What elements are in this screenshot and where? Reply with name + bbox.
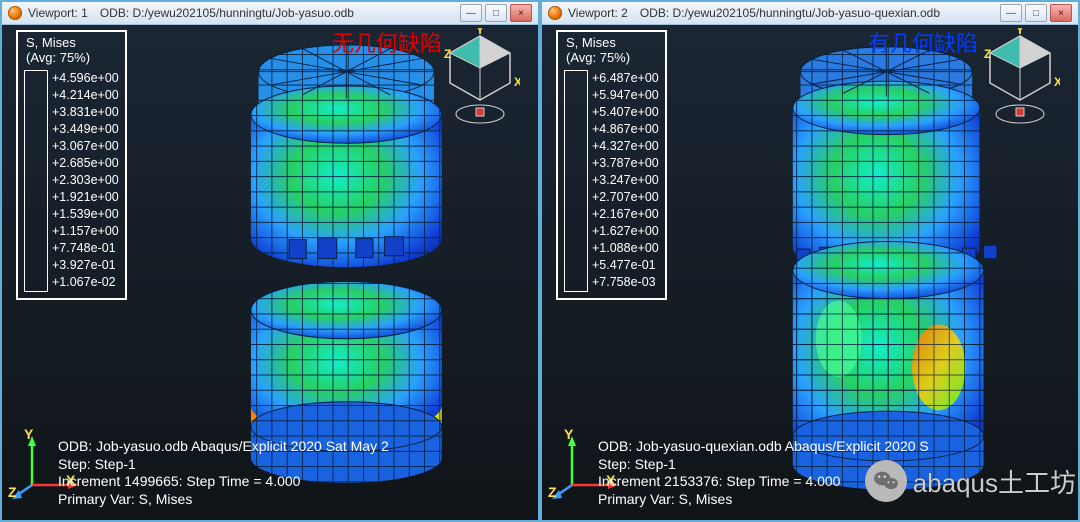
- viewport-2[interactable]: Viewport: 2 ODB: D:/yewu202105/hunningtu…: [540, 0, 1080, 522]
- svg-text:X: X: [1054, 75, 1060, 89]
- axis-z-label: Z: [8, 484, 17, 500]
- legend-ticks: +6.487e+00+5.947e+00+5.407e+00+4.867e+00…: [592, 70, 659, 292]
- odb-path: ODB: D:/yewu202105/hunningtu/Job-yasuo.o…: [100, 6, 354, 20]
- abaqus-icon: [548, 6, 562, 20]
- svg-text:Y: Y: [1016, 28, 1024, 37]
- wechat-watermark: abaqus土工坊: [861, 458, 1080, 504]
- contour-legend: S, Mises (Avg: 75%)+6.487e+00+5.947e+00+…: [556, 30, 667, 300]
- state-l2: Step: Step-1: [58, 456, 532, 474]
- watermark-text: abaqus土工坊: [913, 463, 1076, 500]
- viewport-titlebar[interactable]: Viewport: 2 ODB: D:/yewu202105/hunningtu…: [542, 2, 1078, 25]
- abaqus-icon: [8, 6, 22, 20]
- minimize-button[interactable]: —: [1000, 4, 1022, 22]
- axis-y-label: Y: [564, 426, 573, 442]
- wechat-icon: [865, 460, 907, 502]
- annotation-label: 有几何缺陷: [868, 26, 978, 58]
- legend-title: S, Mises (Avg: 75%): [24, 36, 119, 70]
- viewport-titlebar[interactable]: Viewport: 1 ODB: D:/yewu202105/hunningtu…: [2, 2, 538, 25]
- legend-title: S, Mises (Avg: 75%): [564, 36, 659, 70]
- state-block: ODB: Job-yasuo.odb Abaqus/Explicit 2020 …: [58, 438, 532, 508]
- maximize-button[interactable]: □: [485, 4, 507, 22]
- svg-text:Z: Z: [444, 47, 451, 61]
- state-l3: Increment 1499665: Step Time = 4.000: [58, 473, 532, 491]
- legend-ticks: +4.596e+00+4.214e+00+3.831e+00+3.449e+00…: [52, 70, 119, 292]
- viewport-1[interactable]: Viewport: 1 ODB: D:/yewu202105/hunningtu…: [0, 0, 540, 522]
- state-l1: ODB: Job-yasuo.odb Abaqus/Explicit 2020 …: [58, 438, 532, 456]
- axis-y-label: Y: [24, 426, 33, 442]
- view-triad-cube[interactable]: Y X Z: [980, 28, 1060, 128]
- annotation-label: 无几何缺陷: [332, 26, 442, 58]
- viewport-title: Viewport: 2: [568, 6, 628, 20]
- svg-text:X: X: [514, 75, 520, 89]
- view-triad-cube[interactable]: Y X Z: [440, 28, 520, 128]
- close-button[interactable]: ×: [510, 4, 532, 22]
- svg-text:Z: Z: [984, 47, 991, 61]
- close-button[interactable]: ×: [1050, 4, 1072, 22]
- viewport-title: Viewport: 1: [28, 6, 88, 20]
- axis-z-label: Z: [548, 484, 557, 500]
- state-l1: ODB: Job-yasuo-quexian.odb Abaqus/Explic…: [598, 438, 1072, 456]
- contour-legend: S, Mises (Avg: 75%)+4.596e+00+4.214e+00+…: [16, 30, 127, 300]
- state-l4: Primary Var: S, Mises: [58, 491, 532, 509]
- minimize-button[interactable]: —: [460, 4, 482, 22]
- odb-path: ODB: D:/yewu202105/hunningtu/Job-yasuo-q…: [640, 6, 940, 20]
- svg-text:Y: Y: [476, 28, 484, 37]
- maximize-button[interactable]: □: [1025, 4, 1047, 22]
